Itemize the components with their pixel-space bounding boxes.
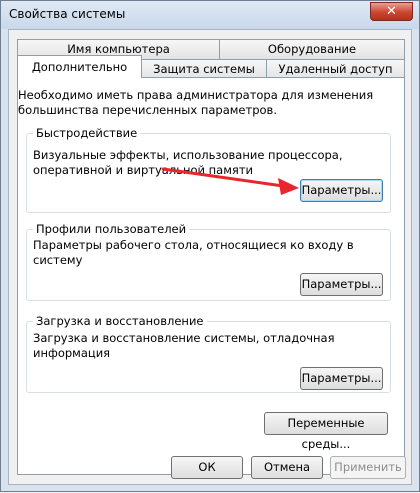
title-bar[interactable]: Свойства системы ✕ [1,1,419,29]
tab-label: Дополнительно [31,60,128,74]
tab-hardware[interactable]: Оборудование [219,39,405,59]
performance-settings-button[interactable]: Параметры... [300,179,383,202]
environment-variables-button[interactable]: Переменные среды... [264,412,388,451]
startup-recovery-title: Загрузка и восстановление [33,314,207,328]
performance-title: Быстродействие [33,126,141,140]
tab-remote-access[interactable]: Удаленный доступ [266,59,405,79]
tab-system-protection[interactable]: Защита системы [141,59,267,79]
user-profiles-description: Параметры рабочего стола, относящиеся ко… [33,238,354,267]
close-icon: ✕ [386,4,397,19]
startup-recovery-settings-button[interactable]: Параметры... [300,367,383,390]
apply-button[interactable]: Применить [330,456,406,479]
admin-rights-notice: Необходимо иметь права администратора дл… [18,88,374,117]
cancel-button[interactable]: Отмена [251,456,323,479]
close-button[interactable]: ✕ [370,2,413,21]
tab-advanced[interactable]: Дополнительно [17,55,142,78]
user-profiles-settings-button[interactable]: Параметры... [300,273,383,296]
tab-label: Удаленный доступ [278,62,393,76]
ok-button[interactable]: ОК [171,456,243,479]
tab-label: Имя компьютера [67,42,170,56]
user-profiles-title: Профили пользователей [33,222,190,236]
system-properties-window: Свойства системы ✕ Имя компьютера Оборуд… [0,0,420,492]
startup-recovery-description: Загрузка и восстановление системы, отлад… [33,331,335,360]
window-title: Свойства системы [9,7,126,21]
tab-label: Оборудование [267,42,357,56]
performance-description: Визуальные эффекты, использование процес… [33,148,343,177]
tab-label: Защита системы [153,62,255,76]
